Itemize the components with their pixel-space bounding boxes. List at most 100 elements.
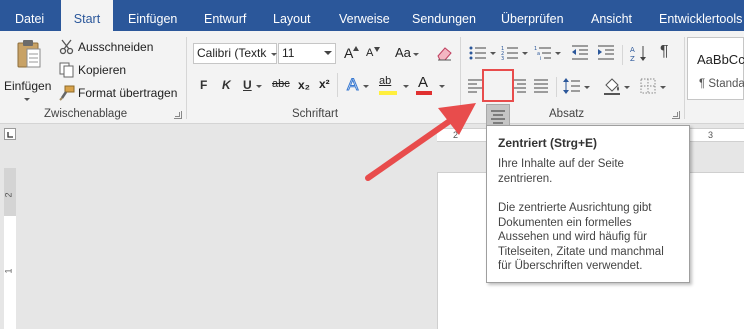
format-painter-button[interactable]: Format übertragen xyxy=(58,83,180,105)
paragraph-inline-separator xyxy=(556,77,557,97)
grow-font-button[interactable]: A xyxy=(342,44,360,66)
clear-formatting-button[interactable] xyxy=(434,43,454,65)
font-size-dropdown-icon xyxy=(324,51,332,55)
font-size-combo[interactable]: 11 xyxy=(278,43,336,64)
tooltip: Zentriert (Strg+E) Ihre Inhalte auf der … xyxy=(486,125,690,283)
paintbrush-icon xyxy=(59,85,75,101)
bullet-list-icon xyxy=(469,46,486,60)
svg-text:Z: Z xyxy=(630,55,635,62)
copy-label: Kopieren xyxy=(78,63,127,77)
shrink-font-icon: A xyxy=(366,47,374,59)
paragraph-dialog-launcher[interactable] xyxy=(672,111,680,119)
multilevel-list-icon: 1 a i xyxy=(534,46,551,61)
tab-developer[interactable]: Entwicklertools xyxy=(659,0,742,31)
ruler-mark: 2 xyxy=(453,130,459,140)
numbering-button[interactable]: 1 2 3 xyxy=(500,43,528,65)
highlight-button[interactable]: ab xyxy=(379,75,409,97)
bullets-button[interactable] xyxy=(468,43,496,65)
tab-review[interactable]: Überprüfen xyxy=(501,0,564,31)
paragraph-group-label: Absatz xyxy=(549,108,585,120)
shading-button[interactable] xyxy=(602,76,630,98)
ruler-mark: 3 xyxy=(708,130,714,140)
font-color-swatch xyxy=(416,91,432,95)
group-separator xyxy=(460,37,461,119)
callout-highlight-box xyxy=(482,69,514,102)
clipboard-dialog-launcher[interactable] xyxy=(174,111,182,119)
scissors-icon xyxy=(59,39,74,55)
style-sample: AaBbCc xyxy=(697,52,744,67)
ribbon-tab-bar: Datei Start Einfügen Entwurf Layout Verw… xyxy=(0,0,744,32)
font-group-label: Schriftart xyxy=(292,108,339,120)
tab-mailings[interactable]: Sendungen xyxy=(412,0,476,31)
tab-start[interactable]: Start xyxy=(61,0,113,32)
tab-selector[interactable] xyxy=(4,128,16,140)
cut-label: Ausschneiden xyxy=(78,40,154,54)
borders-button[interactable] xyxy=(638,76,666,98)
paste-button[interactable]: Einfügen xyxy=(2,35,52,101)
shading-dropdown-icon xyxy=(624,86,630,89)
paste-label: Einfügen xyxy=(4,79,52,93)
align-center-icon xyxy=(491,110,505,124)
paint-bucket-icon xyxy=(604,78,620,95)
ruler-mark: 1 xyxy=(3,268,14,274)
styles-gallery-item-standard[interactable]: AaBbCc ¶ Standa xyxy=(687,37,744,100)
superscript-button[interactable]: x² xyxy=(319,77,330,91)
font-name-dropdown-icon[interactable] xyxy=(271,53,277,56)
align-left-icon xyxy=(468,79,482,93)
paragraph-inline-separator xyxy=(622,45,623,65)
line-spacing-icon xyxy=(563,78,580,94)
text-effects-button[interactable]: A xyxy=(344,75,369,97)
vertical-ruler-margin: 1 xyxy=(4,216,16,329)
svg-text:i: i xyxy=(540,56,541,61)
bold-button[interactable]: F xyxy=(200,78,207,92)
change-case-icon: Aa xyxy=(395,45,411,60)
format-painter-label: Format übertragen xyxy=(78,86,178,100)
group-separator xyxy=(684,37,685,119)
italic-button[interactable]: K xyxy=(222,78,231,92)
strikethrough-button[interactable]: abc xyxy=(272,78,290,90)
font-size-value: 11 xyxy=(282,46,295,60)
decrease-indent-icon xyxy=(572,45,588,60)
decrease-indent-button[interactable] xyxy=(570,43,590,65)
increase-indent-button[interactable] xyxy=(596,43,616,65)
copy-button[interactable]: Kopieren xyxy=(58,60,158,82)
clipboard-icon xyxy=(17,40,41,68)
grow-font-icon: A xyxy=(344,45,354,61)
sort-button[interactable]: A Z xyxy=(629,43,649,65)
tab-insert[interactable]: Einfügen xyxy=(128,0,177,31)
font-color-button[interactable]: A xyxy=(415,74,445,97)
tab-references[interactable]: Verweise xyxy=(339,0,390,31)
line-spacing-button[interactable] xyxy=(562,76,590,98)
numbered-list-icon: 1 2 3 xyxy=(501,46,518,61)
style-name: ¶ Standa xyxy=(699,78,744,90)
tab-layout[interactable]: Layout xyxy=(273,0,311,31)
tab-file[interactable]: Datei xyxy=(15,0,44,31)
cut-button[interactable]: Ausschneiden xyxy=(58,37,158,59)
highlight-icon: ab xyxy=(379,75,392,87)
group-separator xyxy=(186,37,187,119)
multilevel-dropdown-icon xyxy=(555,52,561,55)
font-dialog-launcher[interactable] xyxy=(448,111,456,119)
change-case-button[interactable]: Aa xyxy=(393,44,421,66)
shrink-font-button[interactable]: A xyxy=(364,44,382,66)
bullets-dropdown-icon xyxy=(490,52,496,55)
highlight-color-swatch xyxy=(379,91,397,95)
underline-button[interactable]: U xyxy=(243,78,252,92)
caret-down-icon xyxy=(374,47,380,52)
underline-dropdown-icon[interactable] xyxy=(256,85,262,88)
copy-icon xyxy=(59,62,74,78)
tab-design[interactable]: Entwurf xyxy=(204,0,246,31)
increase-indent-icon xyxy=(598,45,614,60)
font-inline-separator xyxy=(337,73,338,97)
ribbon: Einfügen Ausschneiden Kopieren Format üb… xyxy=(0,31,744,129)
tab-view[interactable]: Ansicht xyxy=(591,0,632,31)
justify-button[interactable] xyxy=(532,76,550,98)
multilevel-list-button[interactable]: 1 a i xyxy=(533,43,561,65)
show-formatting-button[interactable]: ¶ xyxy=(656,43,678,65)
font-name-combo[interactable]: Calibri (Textk xyxy=(193,43,277,64)
subscript-button[interactable]: x₂ xyxy=(298,78,310,92)
text-effects-icon: A xyxy=(346,75,359,95)
numbering-dropdown-icon xyxy=(522,52,528,55)
change-case-dropdown-icon xyxy=(413,53,419,56)
highlight-dropdown-icon xyxy=(403,85,409,88)
